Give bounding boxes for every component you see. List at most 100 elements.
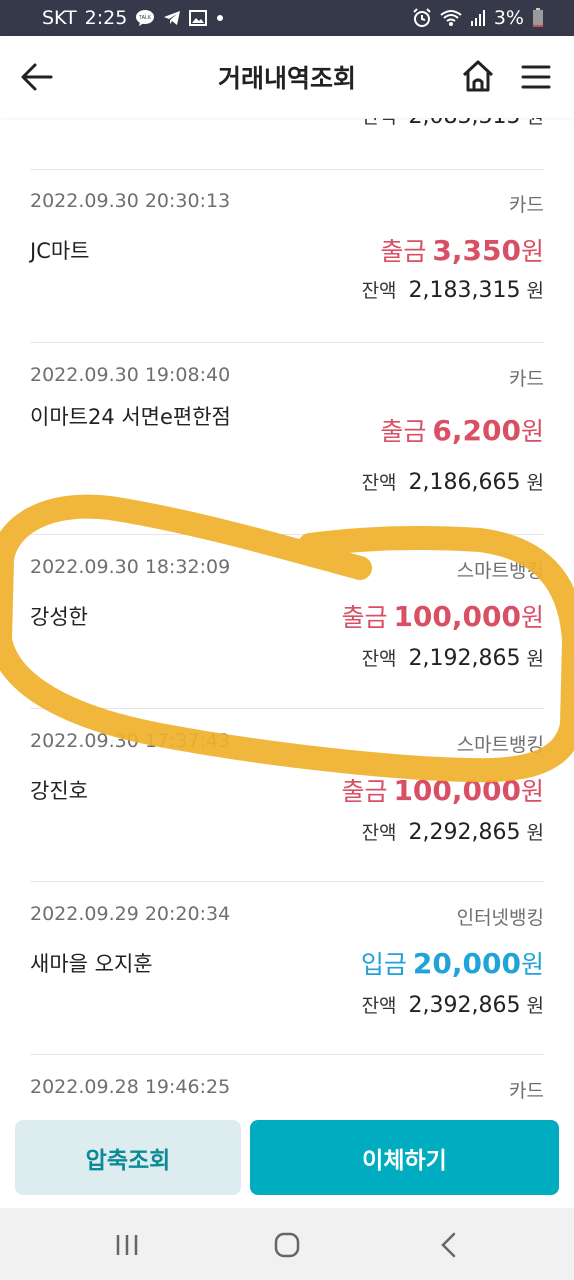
transaction-amount: 3,350 [432, 234, 521, 267]
page-title: 거래내역조회 [217, 64, 356, 93]
battery-percent: 3% [493, 7, 524, 29]
carrier-label: SKT [42, 7, 77, 29]
balance-label: 잔액 [362, 118, 397, 128]
balance-label: 잔액 [361, 472, 397, 494]
amount-line: 입금 20,000원 [361, 945, 544, 981]
transaction-channel: 카드 [509, 1080, 544, 1102]
divider [30, 342, 544, 343]
transaction-merchant: 강진호 [30, 779, 88, 803]
amount-line: 출금 100,000원 [341, 772, 544, 808]
home-circle-icon[interactable] [270, 1228, 304, 1262]
amount-won: 원 [520, 777, 544, 806]
transaction-amount: 100,000 [393, 600, 521, 633]
transaction-datetime: 2022.09.30 20:30:13 [30, 190, 231, 212]
transaction-datetime: 2022.09.30 17:37:43 [30, 730, 231, 752]
transaction-channel: 스마트뱅킹 [456, 734, 544, 756]
system-nav-bar [0, 1208, 574, 1280]
divider [30, 1054, 544, 1055]
transaction-channel: 카드 [509, 194, 544, 216]
list-item[interactable]: 2022.09.30 19:08:40 카드 이마트24 서면e편한점 출금 6,… [30, 364, 544, 504]
transaction-merchant: 강성한 [30, 605, 88, 629]
amount-won: 원 [520, 417, 544, 446]
balance-value: 2,183,315 [408, 278, 521, 303]
transaction-datetime: 2022.09.29 20:20:34 [30, 903, 231, 925]
transaction-type: 출금 [341, 777, 388, 806]
balance-line: 잔액 2,083,315 원 [362, 118, 544, 129]
balance-label: 잔액 [361, 648, 397, 670]
clock-time: 2:25 [84, 7, 128, 29]
svg-text:TALK: TALK [139, 15, 152, 21]
balance-label: 잔액 [361, 995, 397, 1017]
home-icon [462, 60, 494, 92]
transaction-amount: 100,000 [393, 774, 521, 807]
amount-won: 원 [520, 237, 544, 266]
divider [30, 881, 544, 882]
balance-line: 잔액 2,392,865 원 [362, 991, 544, 1018]
back-button[interactable] [20, 60, 54, 94]
transaction-merchant: JC마트 [30, 239, 90, 263]
transaction-datetime: 2022.09.28 19:46:25 [30, 1076, 231, 1098]
balance-value: 2,392,865 [408, 993, 521, 1018]
amount-line: 출금 6,200원 [380, 412, 544, 448]
list-item-partial: 잔액 2,083,315 원 [30, 118, 544, 132]
status-bar: SKT 2:25 TALK 3% [0, 0, 574, 36]
amount-won: 원 [520, 950, 544, 979]
balance-won: 원 [526, 995, 544, 1017]
balance-label: 잔액 [361, 822, 397, 844]
balance-value: 2,186,665 [408, 470, 521, 495]
list-item[interactable]: 2022.09.29 20:20:34 인터넷뱅킹 새마을 오지훈 입금 20,0… [30, 903, 544, 1043]
amount-won: 원 [520, 603, 544, 632]
transaction-channel: 카드 [509, 368, 544, 390]
alarm-icon [412, 8, 432, 28]
transaction-merchant: 새마을 오지훈 [30, 952, 153, 976]
signal-icon [470, 9, 486, 27]
back-chevron-icon[interactable] [432, 1228, 466, 1262]
list-item[interactable]: 2022.09.30 18:32:09 스마트뱅킹 강성한 출금 100,000원… [30, 556, 544, 696]
balance-won: 원 [527, 118, 544, 128]
balance-value: 2,192,865 [408, 646, 521, 671]
list-item[interactable]: 2022.09.28 19:46:25 카드 [30, 1076, 544, 1112]
list-item[interactable]: 2022.09.30 20:30:13 카드 JC마트 출금 3,350원 잔액 2… [30, 190, 544, 330]
balance-line: 잔액 2,183,315 원 [362, 276, 544, 303]
balance-value: 2,292,865 [408, 820, 521, 845]
transaction-datetime: 2022.09.30 18:32:09 [30, 556, 231, 578]
dot-icon [215, 13, 225, 23]
balance-won: 원 [526, 648, 544, 670]
menu-button[interactable] [520, 60, 552, 94]
telegram-icon [163, 10, 181, 26]
transaction-type: 출금 [380, 237, 427, 266]
compress-search-button[interactable]: 압축조회 [15, 1120, 241, 1195]
balance-value: 2,083,315 [409, 118, 521, 129]
balance-line: 잔액 2,186,665 원 [362, 468, 544, 495]
recent-apps-icon[interactable] [110, 1228, 144, 1262]
amount-line: 출금 100,000원 [341, 598, 544, 634]
amount-line: 출금 3,350원 [380, 232, 544, 268]
battery-icon [532, 8, 544, 28]
transaction-merchant: 이마트24 서면e편한점 [30, 405, 231, 429]
home-button[interactable] [460, 58, 496, 94]
talk-icon: TALK [135, 9, 155, 27]
hamburger-menu-icon [521, 65, 551, 89]
transaction-channel: 인터넷뱅킹 [456, 907, 544, 929]
transaction-channel: 스마트뱅킹 [456, 560, 544, 582]
balance-won: 원 [526, 280, 544, 302]
transaction-list[interactable]: 잔액 2,083,315 원 2022.09.30 20:30:13 카드 JC마트… [0, 118, 574, 1112]
balance-label: 잔액 [361, 280, 397, 302]
transaction-type: 출금 [341, 603, 388, 632]
balance-line: 잔액 2,192,865 원 [362, 644, 544, 671]
transaction-type: 출금 [380, 417, 427, 446]
balance-line: 잔액 2,292,865 원 [362, 818, 544, 845]
transaction-amount: 20,000 [412, 947, 521, 980]
transaction-amount: 6,200 [432, 414, 521, 447]
back-arrow-icon [21, 63, 53, 91]
balance-won: 원 [526, 472, 544, 494]
gallery-icon [189, 10, 208, 26]
wifi-icon [440, 9, 462, 27]
balance-won: 원 [526, 822, 544, 844]
transaction-type: 입금 [360, 950, 407, 979]
transaction-datetime: 2022.09.30 19:08:40 [30, 364, 231, 386]
list-item[interactable]: 2022.09.30 17:37:43 스마트뱅킹 강진호 출금 100,000원… [30, 730, 544, 870]
divider [30, 708, 544, 709]
divider [30, 534, 544, 535]
transfer-button[interactable]: 이체하기 [250, 1120, 559, 1195]
